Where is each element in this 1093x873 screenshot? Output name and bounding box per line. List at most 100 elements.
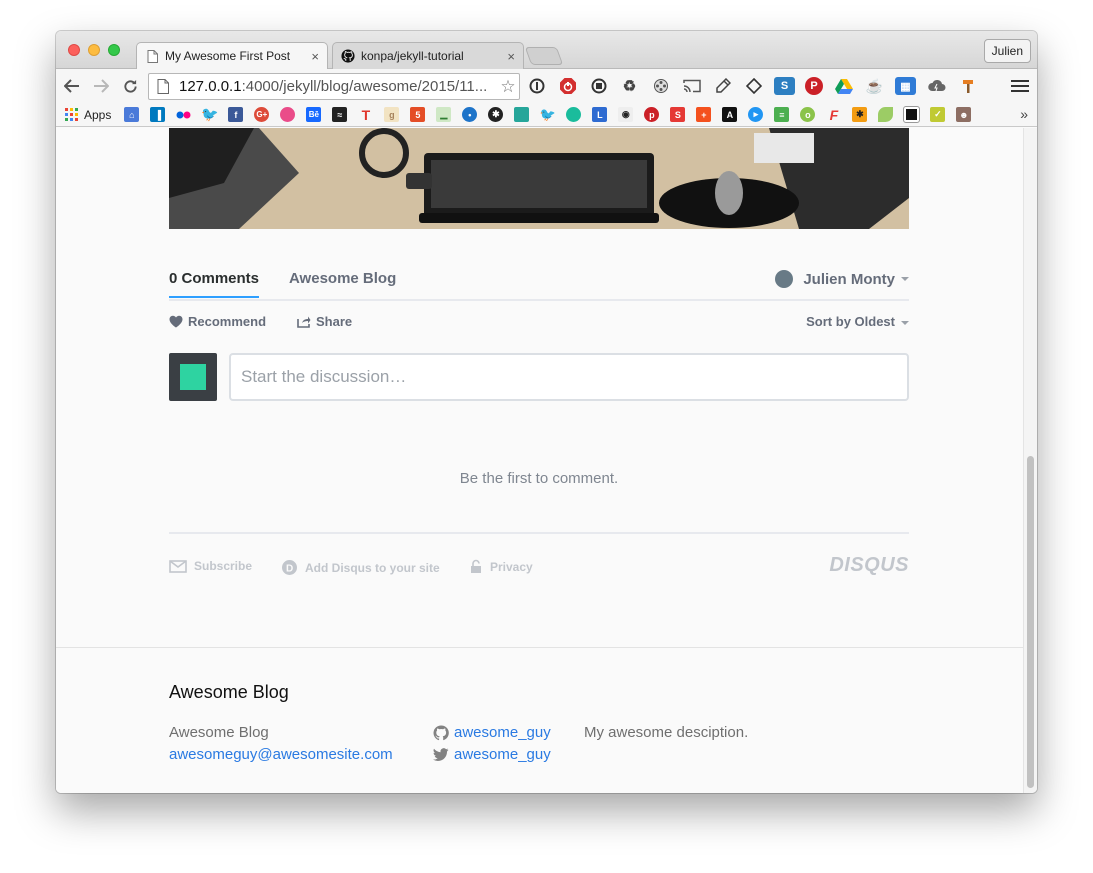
bookmark-soundwave-icon[interactable]: ≈ (332, 107, 348, 122)
bookmark-gear-icon[interactable]: ✱ (488, 107, 504, 122)
tab-close-icon[interactable]: × (507, 49, 515, 64)
adblock-extension-icon[interactable] (557, 77, 578, 95)
recommend-button[interactable]: Recommend (169, 314, 266, 329)
user-menu[interactable]: Julien Monty (775, 270, 909, 288)
menu-icon[interactable] (1011, 76, 1029, 96)
bookmark-pinterest-icon[interactable]: p (644, 107, 660, 122)
bookmark-owl-icon[interactable]: o (800, 107, 816, 122)
browser-toolbar: 127.0.0.1:4000/jekyll/blog/awesome/2015/… (56, 69, 1037, 103)
scrollbar-thumb[interactable] (1027, 456, 1034, 788)
github-username: awesome_guy (454, 724, 551, 741)
recycle-extension-icon[interactable]: ♻ (619, 77, 640, 95)
github-icon (433, 725, 449, 741)
bookmark-dribbble-icon[interactable] (280, 107, 296, 122)
onepassword-extension-icon[interactable] (526, 77, 547, 95)
profile-button[interactable]: Julien (983, 39, 1031, 63)
tab-community[interactable]: Awesome Blog (289, 270, 396, 287)
bookmark-f-icon[interactable]: F (826, 107, 841, 123)
arrow-left-icon (64, 79, 79, 93)
avatar[interactable] (169, 353, 217, 401)
bookmark-bird-icon[interactable]: 🐦 (540, 107, 556, 122)
vertical-scrollbar[interactable] (1023, 128, 1037, 793)
diamond-extension-icon[interactable] (743, 77, 764, 95)
cloud-extension-icon[interactable] (926, 77, 947, 95)
bookmark-star-icon[interactable]: ☆ (497, 77, 519, 97)
twitter-link[interactable]: awesome_guy (433, 744, 551, 766)
privacy-link[interactable]: Privacy (470, 559, 533, 574)
google-drive-extension-icon[interactable] (833, 77, 854, 95)
bookmark-html5-icon[interactable]: 5 (410, 107, 426, 122)
bookmark-g-icon[interactable]: g (384, 107, 400, 122)
sort-label: Sort by Oldest (806, 314, 895, 329)
cast-extension-icon[interactable] (681, 77, 702, 95)
back-button[interactable] (59, 73, 85, 99)
bookmark-teal-square-icon[interactable] (514, 107, 530, 122)
window-minimize-button[interactable] (88, 44, 100, 56)
box-extension-icon[interactable]: ▦ (895, 77, 916, 95)
tab-title: My Awesome First Post (165, 49, 291, 63)
url-text[interactable]: 127.0.0.1:4000/jekyll/blog/awesome/2015/… (179, 78, 497, 95)
comment-input[interactable] (229, 353, 909, 401)
browser-window: My Awesome First Post × konpa/jekyll-tut… (56, 31, 1037, 793)
bookmark-s-red-icon[interactable]: S (670, 107, 686, 122)
tab-jekyll-tutorial[interactable]: konpa/jekyll-tutorial × (332, 42, 524, 69)
bookmark-stack-icon[interactable]: ≡ (774, 107, 790, 122)
window-close-button[interactable] (68, 44, 80, 56)
tab-comments[interactable]: 0 Comments (169, 270, 260, 298)
tab-my-awesome-first-post[interactable]: My Awesome First Post × (136, 42, 328, 69)
share-button[interactable]: Share (297, 314, 352, 329)
heart-icon (169, 315, 183, 328)
bookmark-map-icon[interactable]: ⌂ (124, 107, 140, 122)
bookmark-a-icon[interactable]: A (722, 107, 738, 122)
bookmark-plus-icon[interactable]: + (696, 107, 712, 122)
film-reel-extension-icon[interactable] (650, 77, 671, 95)
bookmark-lizard-icon[interactable]: ✓ (930, 107, 946, 122)
bookmark-flickr-icon[interactable] (176, 107, 191, 122)
twitter-icon (433, 748, 449, 761)
forward-button[interactable] (88, 73, 114, 99)
tab-close-icon[interactable]: × (311, 49, 319, 64)
s-extension-icon[interactable]: S (774, 77, 795, 95)
new-tab-button[interactable] (524, 47, 564, 65)
bookmark-chart-icon[interactable]: ▁ (436, 107, 452, 122)
bookmark-google-plus-icon[interactable]: G+ (254, 107, 270, 122)
twitter-username: awesome_guy (454, 746, 551, 763)
bookmark-facebook-icon[interactable]: f (228, 107, 244, 122)
footer-email-link[interactable]: awesomeguy@awesomesite.com (169, 744, 393, 766)
bookmark-leaf-icon[interactable] (566, 107, 582, 122)
bookmark-face-icon[interactable]: ☻ (956, 107, 972, 122)
disqus-logo[interactable]: DISQUS (829, 554, 909, 577)
address-bar[interactable]: 127.0.0.1:4000/jekyll/blog/awesome/2015/… (148, 73, 520, 100)
pinterest-extension-icon[interactable]: P (805, 77, 823, 95)
stop-extension-icon[interactable] (588, 77, 609, 95)
bookmark-green-leaf-icon[interactable] (878, 107, 894, 122)
bookmark-asterisk-icon[interactable]: ✱ (852, 107, 868, 122)
bookmark-t-icon[interactable]: T (358, 107, 373, 123)
eyedropper-extension-icon[interactable] (712, 77, 733, 95)
page-info-icon[interactable] (157, 79, 173, 94)
apps-shortcut[interactable]: Apps (65, 108, 111, 122)
bookmark-twitter-icon[interactable]: 🐦 (201, 106, 218, 122)
bookmark-drop-icon[interactable]: • (462, 107, 478, 122)
hammer-extension-icon[interactable] (957, 77, 978, 95)
bookmarks-bar: Apps ⌂ ▐ 🐦 f G+ Bē ≈ T g 5 ▁ • ✱ 🐦 L ◉ p… (56, 103, 1037, 127)
github-icon (341, 49, 355, 63)
bookmark-l-icon[interactable]: L (592, 107, 608, 122)
thread-actions: Recommend Share Sort by Oldest (169, 301, 909, 341)
tea-extension-icon[interactable]: ☕ (864, 77, 885, 95)
bookmark-behance-icon[interactable]: Bē (306, 107, 322, 122)
bookmarks-overflow-button[interactable]: » (1020, 106, 1028, 122)
bookmark-trello-icon[interactable]: ▐ (150, 107, 166, 122)
bookmark-blue-circle-icon[interactable]: ▸ (748, 107, 764, 122)
footer-contact: Awesome Blog awesomeguy@awesomesite.com (169, 722, 393, 766)
bookmark-black-square-icon[interactable] (903, 106, 921, 123)
window-maximize-button[interactable] (108, 44, 120, 56)
bookmark-panda-icon[interactable]: ◉ (618, 107, 634, 122)
sort-dropdown[interactable]: Sort by Oldest (806, 314, 909, 329)
github-link[interactable]: awesome_guy (433, 722, 551, 744)
subscribe-link[interactable]: Subscribe (169, 559, 252, 573)
reload-button[interactable] (117, 73, 143, 99)
add-disqus-link[interactable]: D Add Disqus to your site (281, 559, 440, 576)
footer-title: Awesome Blog (169, 682, 289, 702)
chevron-down-icon (901, 277, 909, 281)
